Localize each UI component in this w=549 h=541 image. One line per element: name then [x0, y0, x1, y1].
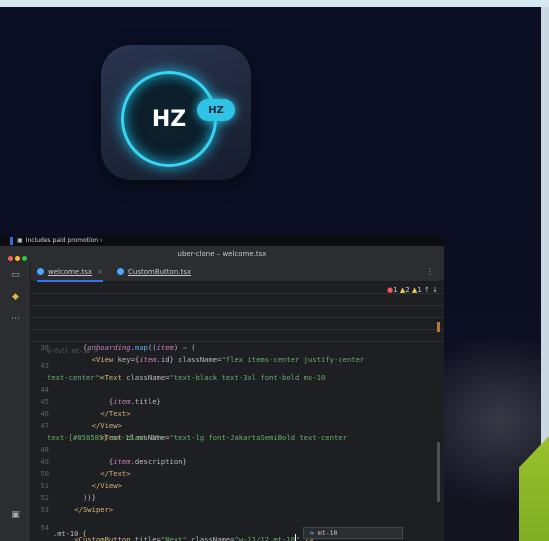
- minimize-window-button[interactable]: [15, 256, 20, 261]
- tab-label: welcome.tsx: [48, 268, 92, 276]
- arrow-down-icon[interactable]: ↓: [432, 286, 438, 294]
- code-line: 14 <SafeAreaView className="flex h-full …: [31, 294, 444, 328]
- code-line: 54 <CustomButton title="Next" className=…: [31, 510, 444, 541]
- arrow-up-icon[interactable]: ↑: [424, 286, 430, 294]
- code-line: 9 const Onboarding = () ⇒ {: [31, 282, 444, 316]
- tab-welcome[interactable]: welcome.tsx ×: [37, 262, 103, 282]
- code-line: 45 </Text>: [31, 384, 444, 418]
- tab-label: CustomButton.tsx: [128, 268, 192, 276]
- promo-icon: ▣: [17, 237, 23, 244]
- code-line: 47 <Text className="text-lg font-Jakarta…: [31, 408, 444, 442]
- code-editor-window: ▣ Includes paid promotion › uber-clone – …: [0, 236, 444, 541]
- code-line: 52 </Swiper>: [31, 480, 444, 514]
- blue-flag-icon: [10, 237, 13, 245]
- chevron-right-icon[interactable]: ›: [98, 237, 102, 244]
- code-line: 53: [31, 492, 444, 514]
- inspection-widget[interactable]: ●1 ▲2 ▲1 ↑ ↓: [387, 286, 438, 294]
- code-line: 43 <Text className="text-black text-3xl …: [31, 348, 444, 382]
- code-line: 49 </Text>: [31, 444, 444, 478]
- tab-custombutton[interactable]: CustomButton.tsx: [117, 262, 191, 282]
- app-icon: HZ HZ: [101, 45, 251, 180]
- code-line: text-[#858585] mx-10 mt-3">: [31, 420, 444, 442]
- promotion-banner: ▣ Includes paid promotion ›: [0, 236, 444, 246]
- code-line: text-center">: [31, 360, 444, 382]
- close-tab-icon[interactable]: ×: [97, 268, 103, 276]
- ring-text: HZ: [151, 106, 187, 132]
- project-icon[interactable]: ▭: [10, 270, 21, 281]
- terminal-icon[interactable]: ▣: [10, 510, 21, 521]
- react-file-icon: [117, 268, 124, 275]
- scrollbar-marker[interactable]: [437, 322, 440, 332]
- tabs-menu-icon[interactable]: ⋮: [426, 262, 434, 282]
- completion-popup[interactable]: ⇆ mt-10: [303, 527, 403, 539]
- code-line: 50 </View>: [31, 456, 444, 490]
- editor-tabs: welcome.tsx × CustomButton.tsx ⋮: [31, 262, 444, 282]
- code-line: 51 ))}: [31, 468, 444, 502]
- error-count: 1: [393, 286, 398, 294]
- promotion-text: Includes paid promotion: [25, 237, 99, 244]
- code-line: w-full mt-10 >: [31, 340, 444, 355]
- scrollbar-thumb[interactable]: [437, 442, 440, 502]
- code-area[interactable]: 9 const Onboarding = () ⇒ { ●1 ▲2 ▲1 ↑ ↓…: [31, 282, 444, 541]
- completion-icon: ⇆: [310, 529, 318, 537]
- more-icon[interactable]: ⋯: [10, 314, 21, 325]
- window-titlebar: uber-clone – welcome.tsx: [0, 246, 444, 262]
- code-line: 46 </View>: [31, 396, 444, 430]
- badge-pill: HZ: [197, 99, 235, 121]
- weak-warning-count: 1: [417, 286, 422, 294]
- commit-icon[interactable]: ◆: [10, 292, 21, 303]
- close-window-button[interactable]: [8, 256, 13, 261]
- warning-count: 2: [405, 286, 410, 294]
- maximize-window-button[interactable]: [22, 256, 27, 261]
- top-edge: [0, 0, 549, 7]
- tool-window-rail: ▭ ◆ ⋯ ▣: [0, 262, 31, 541]
- code-line: 44 {item.title}: [31, 372, 444, 406]
- completion-item[interactable]: mt-10: [318, 529, 338, 537]
- code-line: 35 {onboarding.map((item) ⇒ (: [31, 318, 444, 352]
- css-preview-line: .mt-10 {: [53, 530, 87, 538]
- code-line: 48 {item.description}: [31, 432, 444, 466]
- react-file-icon: [37, 268, 44, 275]
- window-title: uber-clone – welcome.tsx: [177, 250, 267, 258]
- code-line: 24 <Swiper: [31, 306, 444, 340]
